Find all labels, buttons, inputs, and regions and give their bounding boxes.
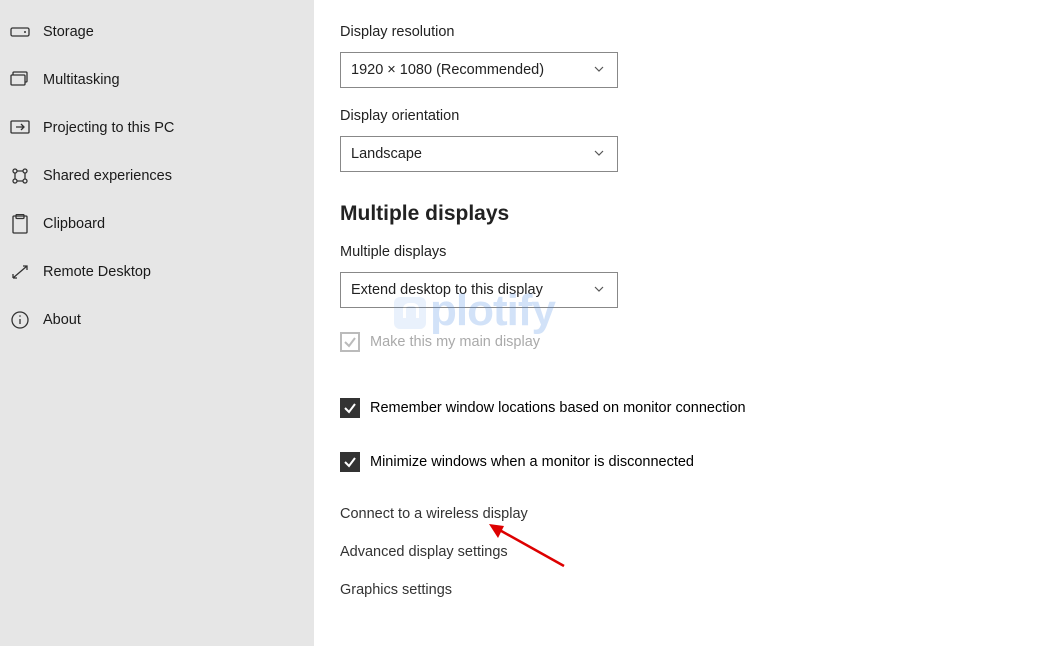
advanced-display-settings-link[interactable]: Advanced display settings xyxy=(340,544,1063,560)
sidebar-item-label: Clipboard xyxy=(43,216,105,232)
sidebar-item-label: Shared experiences xyxy=(43,168,172,184)
multiple-displays-value: Extend desktop to this display xyxy=(351,282,543,298)
remember-locations-checkbox-row[interactable]: Remember window locations based on monit… xyxy=(340,398,1063,418)
multiple-displays-title: Multiple displays xyxy=(340,202,1063,226)
sidebar-item-label: Storage xyxy=(43,24,94,40)
display-orientation-label: Display orientation xyxy=(340,108,1063,124)
main-content: Display resolution 1920 × 1080 (Recommen… xyxy=(314,0,1063,646)
storage-icon xyxy=(10,22,30,42)
sidebar-item-label: Remote Desktop xyxy=(43,264,151,280)
remember-locations-checkbox-label: Remember window locations based on monit… xyxy=(370,400,746,416)
about-icon xyxy=(10,310,30,330)
multiple-displays-dropdown[interactable]: Extend desktop to this display xyxy=(340,272,618,308)
sidebar-item-label: Multitasking xyxy=(43,72,120,88)
sidebar-item-remote-desktop[interactable]: Remote Desktop xyxy=(0,248,314,296)
display-resolution-label: Display resolution xyxy=(340,24,1063,40)
graphics-settings-link[interactable]: Graphics settings xyxy=(340,582,1063,598)
sidebar-item-label: Projecting to this PC xyxy=(43,120,174,136)
minimize-disconnect-checkbox[interactable] xyxy=(340,452,360,472)
shared-icon xyxy=(10,166,30,186)
clipboard-icon xyxy=(10,214,30,234)
sidebar-item-about[interactable]: About xyxy=(0,296,314,344)
multiple-displays-label: Multiple displays xyxy=(340,244,1063,260)
main-display-checkbox xyxy=(340,332,360,352)
sidebar-item-label: About xyxy=(43,312,81,328)
remember-locations-checkbox[interactable] xyxy=(340,398,360,418)
display-orientation-value: Landscape xyxy=(351,146,422,162)
chevron-down-icon xyxy=(593,147,607,161)
projecting-icon xyxy=(10,118,30,138)
sidebar: Storage Multitasking Projecting to this … xyxy=(0,0,314,646)
chevron-down-icon xyxy=(593,63,607,77)
display-resolution-value: 1920 × 1080 (Recommended) xyxy=(351,62,544,78)
main-display-checkbox-row: Make this my main display xyxy=(340,332,1063,352)
minimize-disconnect-checkbox-row[interactable]: Minimize windows when a monitor is disco… xyxy=(340,452,1063,472)
multitasking-icon xyxy=(10,70,30,90)
connect-wireless-link[interactable]: Connect to a wireless display xyxy=(340,506,1063,522)
sidebar-item-clipboard[interactable]: Clipboard xyxy=(0,200,314,248)
sidebar-item-storage[interactable]: Storage xyxy=(0,8,314,56)
chevron-down-icon xyxy=(593,283,607,297)
main-display-checkbox-label: Make this my main display xyxy=(370,334,540,350)
display-orientation-dropdown[interactable]: Landscape xyxy=(340,136,618,172)
sidebar-item-projecting[interactable]: Projecting to this PC xyxy=(0,104,314,152)
sidebar-item-shared[interactable]: Shared experiences xyxy=(0,152,314,200)
remote-desktop-icon xyxy=(10,262,30,282)
minimize-disconnect-checkbox-label: Minimize windows when a monitor is disco… xyxy=(370,454,694,470)
display-resolution-dropdown[interactable]: 1920 × 1080 (Recommended) xyxy=(340,52,618,88)
sidebar-item-multitasking[interactable]: Multitasking xyxy=(0,56,314,104)
